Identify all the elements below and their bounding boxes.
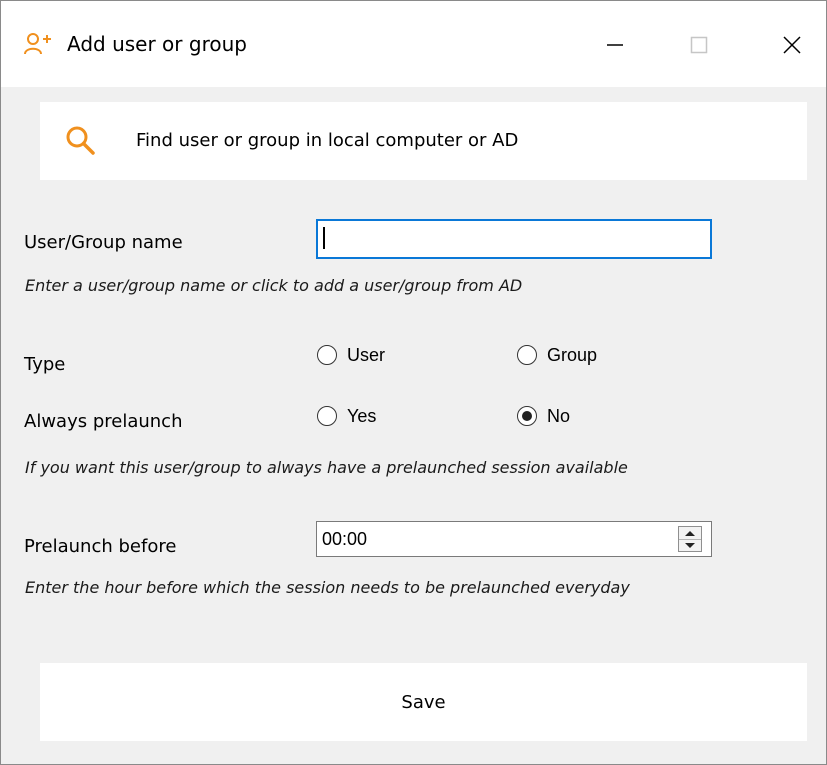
prelaunch-yes-radio[interactable]: Yes	[317, 403, 376, 429]
radio-label: No	[547, 406, 571, 426]
close-button[interactable]	[769, 25, 815, 65]
radio-label: Yes	[347, 406, 377, 426]
time-spinner	[678, 526, 702, 552]
prelaunch-no-radio[interactable]: No	[517, 403, 570, 429]
type-label: Type	[24, 354, 66, 375]
radio-checked-icon	[517, 406, 537, 426]
prelaunch-before-hint: Enter the hour before which the session …	[25, 578, 630, 597]
spin-down-icon[interactable]	[679, 539, 701, 551]
prelaunch-before-label: Prelaunch before	[24, 536, 177, 557]
radio-unchecked-icon	[317, 345, 337, 365]
close-icon	[783, 36, 801, 54]
text-caret	[323, 227, 325, 249]
prelaunch-time-picker[interactable]: 00:00	[316, 521, 712, 557]
user-group-name-label: User/Group name	[24, 232, 183, 253]
minimize-icon	[607, 44, 623, 46]
title-bar: Add user or group	[1, 1, 826, 87]
user-group-name-hint: Enter a user/group name or click to add …	[25, 276, 523, 295]
find-user-text: Find user or group in local computer or …	[136, 130, 519, 151]
add-user-dialog: Add user or group Find user or group in …	[0, 0, 827, 765]
radio-unchecked-icon	[317, 406, 337, 426]
minimize-button[interactable]	[592, 25, 638, 65]
find-user-panel[interactable]: Find user or group in local computer or …	[40, 102, 807, 180]
window-title: Add user or group	[67, 32, 247, 56]
add-user-icon	[24, 32, 52, 56]
maximize-icon	[690, 36, 708, 54]
always-prelaunch-hint: If you want this user/group to always ha…	[25, 458, 628, 477]
search-icon	[64, 124, 98, 158]
always-prelaunch-label: Always prelaunch	[24, 411, 183, 432]
user-group-name-input[interactable]	[316, 219, 712, 259]
type-user-radio[interactable]: User	[317, 342, 385, 368]
radio-dot	[522, 411, 532, 421]
radio-label: User	[347, 345, 386, 365]
radio-label: Group	[547, 345, 598, 365]
type-group-radio[interactable]: Group	[517, 342, 597, 368]
radio-unchecked-icon	[517, 345, 537, 365]
maximize-button[interactable]	[676, 25, 722, 65]
prelaunch-time-value[interactable]: 00:00	[322, 527, 367, 551]
save-button[interactable]: Save	[40, 663, 807, 741]
